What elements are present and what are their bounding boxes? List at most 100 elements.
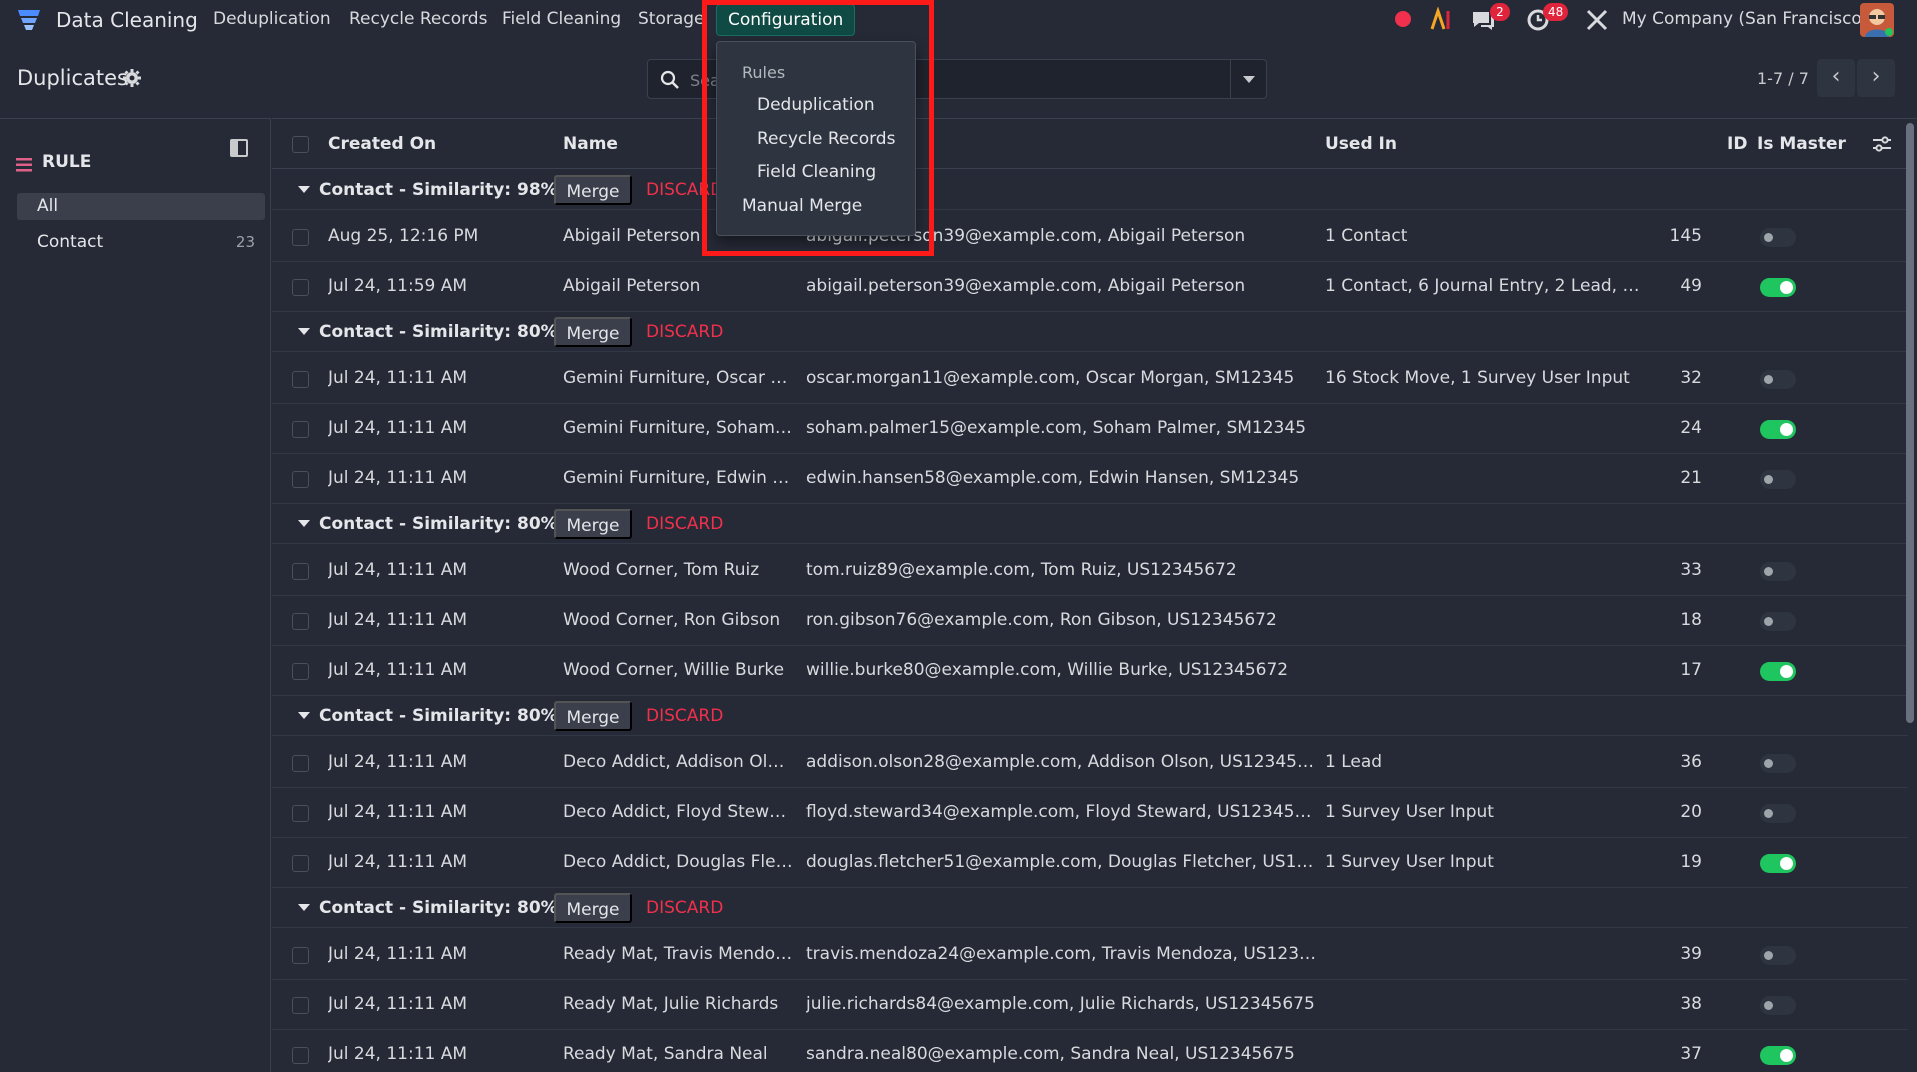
- pager-previous-button[interactable]: ‹: [1817, 59, 1855, 97]
- row-checkbox[interactable]: [292, 279, 309, 296]
- merge-button[interactable]: Merge: [554, 317, 632, 347]
- column-is-master[interactable]: Is Master: [1757, 134, 1846, 154]
- caret-down-icon[interactable]: [298, 186, 310, 193]
- table-row[interactable]: Jul 24, 11:11 AM Ready Mat, Travis Mendoz…: [272, 930, 1908, 980]
- row-checkbox[interactable]: [292, 563, 309, 580]
- row-checkbox[interactable]: [292, 663, 309, 680]
- debug-tools-icon[interactable]: [1584, 7, 1610, 33]
- table-row[interactable]: Jul 24, 11:11 AM Gemini Furniture, Soham …: [272, 404, 1908, 454]
- row-checkbox[interactable]: [292, 421, 309, 438]
- table-row[interactable]: Jul 24, 11:11 AM Ready Mat, Sandra Neal sa…: [272, 1030, 1908, 1072]
- table-row[interactable]: Jul 24, 11:11 AM Ready Mat, Julie Richard…: [272, 980, 1908, 1030]
- is-master-toggle[interactable]: [1760, 804, 1796, 823]
- group-row[interactable]: Contact - Similarity: 80% (3) Merge DISCAR…: [272, 696, 1908, 736]
- table-row[interactable]: Jul 24, 11:11 AM Wood Corner, Willie Burk…: [272, 646, 1908, 696]
- is-master-toggle[interactable]: [1760, 662, 1796, 681]
- group-row[interactable]: Contact - Similarity: 80% (3) Merge DISCAR…: [272, 312, 1908, 352]
- cell-emails: ron.gibson76@example.com, Ron Gibson, US…: [806, 610, 1277, 630]
- table-row[interactable]: Aug 25, 12:16 PM Abigail Peterson abigail.…: [272, 212, 1908, 262]
- sidebar-item-label: Contact: [37, 232, 104, 252]
- merge-button[interactable]: Merge: [554, 701, 632, 731]
- search-options-toggle[interactable]: [1230, 60, 1266, 98]
- list-header: Created On Name Used In ID Is Master: [272, 119, 1908, 169]
- data-cleaning-app-icon[interactable]: [16, 8, 42, 32]
- is-master-toggle[interactable]: [1760, 228, 1796, 247]
- column-name[interactable]: Name: [563, 134, 618, 154]
- row-checkbox[interactable]: [292, 755, 309, 772]
- is-master-toggle[interactable]: [1760, 370, 1796, 389]
- menu-field-cleaning[interactable]: Field Cleaning: [502, 9, 621, 29]
- sidebar-collapse-icon[interactable]: [230, 139, 248, 157]
- caret-down-icon[interactable]: [298, 904, 310, 911]
- table-row[interactable]: Jul 24, 11:11 AM Deco Addict, Addison Ols…: [272, 738, 1908, 788]
- cell-emails: addison.olson28@example.com, Addison Ols…: [806, 752, 1318, 772]
- list-scrollbar[interactable]: [1906, 123, 1914, 723]
- is-master-toggle[interactable]: [1760, 420, 1796, 439]
- caret-down-icon[interactable]: [298, 712, 310, 719]
- table-row[interactable]: Jul 24, 11:11 AM Deco Addict, Floyd Stewa…: [272, 788, 1908, 838]
- recording-dot-icon[interactable]: [1393, 9, 1413, 29]
- column-created-on[interactable]: Created On: [328, 134, 436, 154]
- company-switcher[interactable]: My Company (San Francisco): [1622, 9, 1868, 29]
- merge-button[interactable]: Merge: [554, 893, 632, 923]
- row-checkbox[interactable]: [292, 997, 309, 1014]
- ai-icon[interactable]: [1429, 7, 1455, 33]
- merge-button[interactable]: Merge: [554, 509, 632, 539]
- optional-columns-icon[interactable]: [1872, 135, 1892, 153]
- row-checkbox[interactable]: [292, 471, 309, 488]
- table-row[interactable]: Jul 24, 11:11 AM Gemini Furniture, Edwin …: [272, 454, 1908, 504]
- group-row[interactable]: Contact - Similarity: 80% (3) Merge DISCAR…: [272, 504, 1908, 544]
- row-checkbox[interactable]: [292, 229, 309, 246]
- caret-down-icon[interactable]: [298, 520, 310, 527]
- is-master-toggle[interactable]: [1760, 278, 1796, 297]
- is-master-toggle[interactable]: [1760, 1046, 1796, 1065]
- is-master-toggle[interactable]: [1760, 946, 1796, 965]
- group-row[interactable]: Contact - Similarity: 98% (2) Merge DISCAR…: [272, 170, 1908, 210]
- group-label[interactable]: Contact - Similarity: 80% (7): [319, 898, 591, 918]
- group-label[interactable]: Contact - Similarity: 80% (3): [319, 514, 591, 534]
- row-checkbox[interactable]: [292, 371, 309, 388]
- is-master-toggle[interactable]: [1760, 470, 1796, 489]
- app-title[interactable]: Data Cleaning: [56, 8, 198, 32]
- table-row[interactable]: Jul 24, 11:11 AM Deco Addict, Douglas Fle…: [272, 838, 1908, 888]
- pager-value[interactable]: 1-7 / 7: [1757, 69, 1809, 88]
- merge-button[interactable]: Merge: [554, 175, 632, 205]
- cell-created-on: Jul 24, 11:11 AM: [328, 468, 468, 488]
- row-checkbox[interactable]: [292, 947, 309, 964]
- menu-deduplication[interactable]: Deduplication: [213, 9, 331, 29]
- menu-storage[interactable]: Storage: [638, 9, 705, 29]
- is-master-toggle[interactable]: [1760, 996, 1796, 1015]
- column-id[interactable]: ID: [1727, 134, 1747, 154]
- sidebar-item-all[interactable]: All: [17, 193, 265, 220]
- row-checkbox[interactable]: [292, 805, 309, 822]
- is-master-toggle[interactable]: [1760, 562, 1796, 581]
- row-checkbox[interactable]: [292, 613, 309, 630]
- row-checkbox[interactable]: [292, 855, 309, 872]
- caret-down-icon[interactable]: [298, 328, 310, 335]
- table-row[interactable]: Jul 24, 11:11 AM Gemini Furniture, Oscar …: [272, 354, 1908, 404]
- cell-id: 37: [1680, 1044, 1702, 1064]
- is-master-toggle[interactable]: [1760, 754, 1796, 773]
- sidebar-item-contact[interactable]: Contact 23: [17, 229, 265, 256]
- group-label[interactable]: Contact - Similarity: 80% (3): [319, 706, 591, 726]
- discard-button[interactable]: DISCARD: [646, 514, 723, 534]
- discard-button[interactable]: DISCARD: [646, 898, 723, 918]
- menu-recycle-records[interactable]: Recycle Records: [349, 9, 487, 29]
- discard-button[interactable]: DISCARD: [646, 706, 723, 726]
- is-master-toggle[interactable]: [1760, 854, 1796, 873]
- cell-created-on: Aug 25, 12:16 PM: [328, 226, 479, 246]
- pager-next-button[interactable]: ›: [1857, 59, 1895, 97]
- table-row[interactable]: Jul 24, 11:11 AM Wood Corner, Ron Gibson r…: [272, 596, 1908, 646]
- is-master-toggle[interactable]: [1760, 612, 1796, 631]
- group-row[interactable]: Contact - Similarity: 80% (7) Merge DISCAR…: [272, 888, 1908, 928]
- gear-icon[interactable]: [122, 68, 142, 88]
- group-label[interactable]: Contact - Similarity: 98% (2): [319, 180, 591, 200]
- group-label[interactable]: Contact - Similarity: 80% (3): [319, 322, 591, 342]
- row-checkbox[interactable]: [292, 1047, 309, 1064]
- table-row[interactable]: Jul 24, 11:59 AM Abigail Peterson abigail.…: [272, 262, 1908, 312]
- column-used-in[interactable]: Used In: [1325, 134, 1397, 154]
- user-avatar[interactable]: [1860, 3, 1894, 37]
- table-row[interactable]: Jul 24, 11:11 AM Wood Corner, Tom Ruiz tom…: [272, 546, 1908, 596]
- discard-button[interactable]: DISCARD: [646, 322, 723, 342]
- select-all-checkbox[interactable]: [292, 136, 309, 153]
